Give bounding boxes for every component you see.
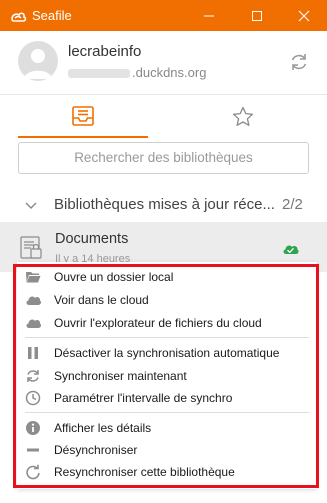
tab-bar [0,96,327,140]
menu-item-label: Resynchroniser cette bibliothèque [54,465,235,479]
tab-libraries[interactable] [18,96,148,138]
seafile-logo-icon [11,12,27,22]
clock-icon [25,390,41,406]
title-bar: Seafile [0,0,327,31]
maximize-icon [252,10,262,21]
library-name: Documents [55,231,129,247]
account-username: lecrabeinfo [68,43,142,60]
menu-item-label: Désynchroniser [54,443,138,457]
star-icon [232,106,254,126]
library-icon [20,236,42,259]
window-title: Seafile [32,8,72,23]
maximize-button[interactable] [234,0,280,31]
minus-icon [27,448,39,452]
avatar[interactable] [18,41,58,81]
menu-item-label: Désactiver la synchronisation automatiqu… [54,346,280,360]
tab-starred[interactable] [178,96,308,138]
recent-libraries-header[interactable]: Bibliothèques mises à jour réce... 2/2 [0,188,327,222]
menu-item-label: Afficher les détails [54,421,152,435]
menu-open-cloud-explorer[interactable]: Ouvrir l'explorateur de fichiers du clou… [17,312,317,334]
pause-icon [28,347,38,359]
menu-show-details[interactable]: Afficher les détails [17,417,317,439]
redacted-host [68,69,130,79]
menu-view-in-cloud[interactable]: Voir dans le cloud [17,289,317,311]
group-count: 2/2 [282,196,303,213]
menu-item-label: Ouvrir l'explorateur de fichiers du clou… [54,316,262,330]
minimize-icon [204,15,214,16]
menu-item-label: Ouvre un dossier local [54,270,174,284]
search-input[interactable]: Rechercher des bibliothèques [18,142,309,174]
close-button[interactable] [281,0,327,31]
library-context-menu: Ouvre un dossier local Voir dans le clou… [17,262,317,489]
menu-separator [25,412,309,413]
menu-separator [25,337,309,338]
menu-item-label: Voir dans le cloud [54,293,149,307]
cloud-icon [26,319,41,328]
folder-icon [26,272,41,283]
menu-open-local-folder[interactable]: Ouvre un dossier local [17,266,317,288]
menu-item-label: Synchroniser maintenant [54,369,187,383]
menu-item-label: Paramétrer l'intervalle de synchro [54,391,233,405]
account-panel: lecrabeinfo .duckdns.org [0,31,327,95]
group-title: Bibliothèques mises à jour réce... [54,196,275,213]
menu-resync-library[interactable]: Resynchroniser cette bibliothèque [17,461,317,483]
menu-sync-now[interactable]: Synchroniser maintenant [17,365,317,387]
chevron-down-icon [25,202,37,209]
user-icon [24,49,52,79]
inbox-icon [72,106,94,126]
info-icon [26,421,40,435]
menu-set-sync-interval[interactable]: Paramétrer l'intervalle de synchro [17,387,317,409]
sync-icon [27,370,39,382]
menu-unsync[interactable]: Désynchroniser [17,439,317,461]
cloud-synced-icon [283,245,299,254]
cloud-icon [26,296,41,305]
minimize-button[interactable] [186,0,232,31]
resync-icon [26,464,40,480]
close-icon [298,10,310,21]
account-server: .duckdns.org [68,65,206,80]
refresh-icon[interactable] [288,51,310,73]
server-suffix: .duckdns.org [132,65,207,80]
menu-disable-auto-sync[interactable]: Désactiver la synchronisation automatiqu… [17,342,317,364]
